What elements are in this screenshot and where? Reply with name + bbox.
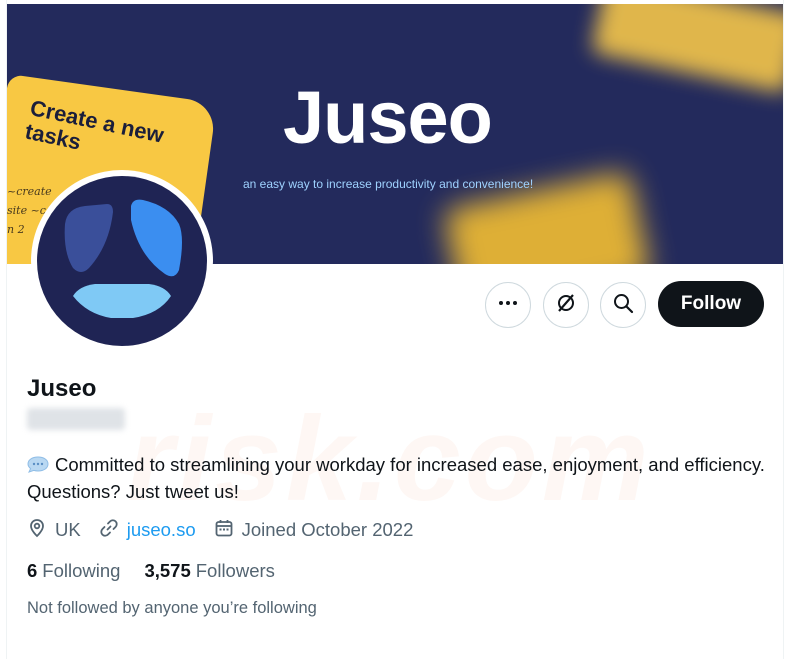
profile-bio: Committed to streamlining your workday f… xyxy=(27,451,767,505)
grok-button[interactable] xyxy=(543,282,589,328)
avatar[interactable] xyxy=(31,170,213,352)
more-options-button[interactable] xyxy=(485,282,531,328)
following-label: Following xyxy=(42,560,121,581)
speech-bubble-icon xyxy=(27,453,49,473)
following-count: 6 xyxy=(27,560,38,581)
banner-brand-title: Juseo xyxy=(283,76,493,159)
followers-count: 3,575 xyxy=(144,560,191,581)
profile-display-name: Juseo xyxy=(27,375,97,402)
profile-bio-text: Committed to streamlining your workday f… xyxy=(27,454,765,502)
profile-location-text: UK xyxy=(55,519,81,540)
calendar-icon xyxy=(214,518,242,543)
follow-button[interactable]: Follow xyxy=(658,281,764,327)
following-link[interactable]: 6 Following xyxy=(27,560,120,582)
link-icon xyxy=(99,518,127,543)
location-pin-icon xyxy=(27,518,55,543)
search-button[interactable] xyxy=(600,282,646,328)
juseo-logo-icon xyxy=(37,176,207,346)
profile-joined: Joined October 2022 xyxy=(214,518,414,543)
profile-location: UK xyxy=(27,518,81,543)
banner-tagline: an easy way to increase productivity and… xyxy=(243,177,534,191)
banner-blurred-sticky-top xyxy=(590,4,783,94)
search-icon xyxy=(612,292,634,319)
profile-website-link[interactable]: juseo.so xyxy=(127,519,196,541)
profile-handle-redacted xyxy=(27,408,125,430)
profile-meta: UK juseo.so Joined October 2022 xyxy=(27,517,431,543)
followers-link[interactable]: 3,575 Followers xyxy=(144,560,274,582)
profile-joined-text: Joined October 2022 xyxy=(241,519,414,540)
social-context-text: Not followed by anyone you’re following xyxy=(27,599,317,617)
more-options-icon xyxy=(497,292,519,319)
profile-card: Create a new tasks ~create site ~con n 2… xyxy=(6,0,784,659)
grok-icon xyxy=(555,292,577,319)
followers-label: Followers xyxy=(195,560,275,581)
profile-stats: 6 Following 3,575 Followers xyxy=(27,560,299,582)
profile-website[interactable]: juseo.so xyxy=(99,518,196,543)
